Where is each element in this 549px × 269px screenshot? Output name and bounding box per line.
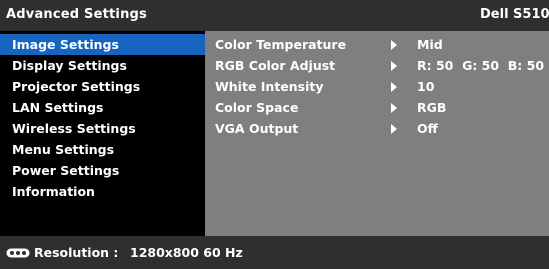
setting-label: White Intensity (215, 79, 324, 94)
status-bar: Resolution : 1280x800 60 Hz (0, 236, 549, 269)
menu-body: Image Settings Display Settings Projecto… (0, 31, 549, 236)
sidebar-item-projector-settings[interactable]: Projector Settings (0, 76, 205, 97)
setting-label: VGA Output (215, 121, 299, 136)
sidebar-item-wireless-settings[interactable]: Wireless Settings (0, 118, 205, 139)
input-source-icon (6, 248, 30, 258)
sidebar: Image Settings Display Settings Projecto… (0, 31, 205, 236)
title-bar: Advanced Settings Dell S510 (0, 0, 549, 31)
resolution-value: 1280x800 60 Hz (130, 245, 243, 260)
sidebar-item-power-settings[interactable]: Power Settings (0, 160, 205, 181)
sidebar-item-information[interactable]: Information (0, 181, 205, 202)
setting-label: Color Temperature (215, 37, 347, 52)
setting-label: RGB Color Adjust (215, 58, 336, 73)
arrow-right-icon (391, 124, 397, 134)
setting-row-white-intensity[interactable]: White Intensity 10 (205, 76, 549, 97)
sidebar-item-lan-settings[interactable]: LAN Settings (0, 97, 205, 118)
arrow-right-icon (391, 103, 397, 113)
arrow-right-icon (391, 82, 397, 92)
setting-value: 10 (417, 79, 435, 94)
setting-row-color-space[interactable]: Color Space RGB (205, 97, 549, 118)
arrow-right-icon (391, 61, 397, 71)
resolution-label: Resolution : (34, 245, 119, 260)
settings-panel: Color Temperature Mid RGB Color Adjust R… (205, 31, 549, 236)
sidebar-item-image-settings[interactable]: Image Settings (0, 34, 205, 55)
arrow-right-icon (391, 40, 397, 50)
menu-title: Advanced Settings (6, 7, 147, 22)
sidebar-item-display-settings[interactable]: Display Settings (0, 55, 205, 76)
setting-row-vga-output[interactable]: VGA Output Off (205, 118, 549, 139)
setting-row-color-temperature[interactable]: Color Temperature Mid (205, 34, 549, 55)
model-name: Dell S510 (480, 7, 549, 22)
setting-value: Mid (417, 37, 443, 52)
setting-label: Color Space (215, 100, 299, 115)
setting-row-rgb-color-adjust[interactable]: RGB Color Adjust R: 50 G: 50 B: 50 (205, 55, 549, 76)
osd-menu: Advanced Settings Dell S510 Image Settin… (0, 0, 549, 269)
sidebar-item-menu-settings[interactable]: Menu Settings (0, 139, 205, 160)
setting-value: R: 50 G: 50 B: 50 (417, 58, 545, 73)
setting-value: Off (417, 121, 438, 136)
setting-value: RGB (417, 100, 447, 115)
